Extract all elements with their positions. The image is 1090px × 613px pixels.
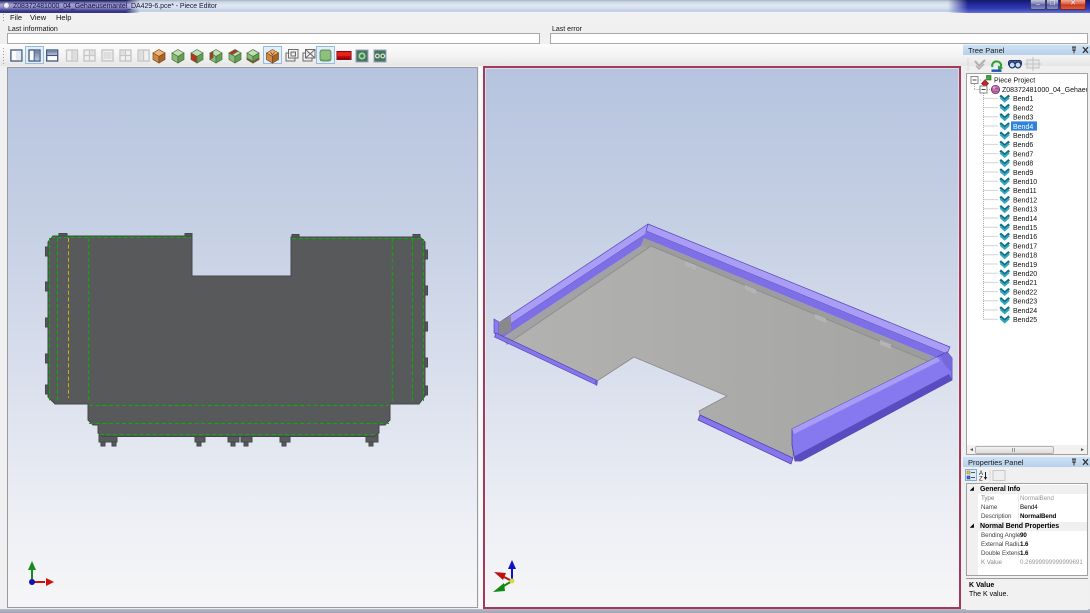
svg-text:Z: Z	[979, 477, 983, 483]
svg-text:Bend16: Bend16	[1013, 234, 1037, 241]
svg-text:Bend3: Bend3	[1013, 115, 1033, 122]
svg-text:Bend24: Bend24	[1013, 308, 1037, 315]
svg-text:Bend12: Bend12	[1013, 197, 1037, 204]
svg-text:Bend21: Bend21	[1013, 280, 1037, 287]
svg-text:Bend23: Bend23	[1013, 299, 1037, 306]
svg-text:Bend13: Bend13	[1013, 207, 1037, 214]
svg-text:Bend6: Bend6	[1013, 142, 1033, 149]
svg-text:Z08372481000_04_Gehaeusema: Z08372481000_04_Gehaeusema	[1002, 87, 1088, 94]
svg-text:Bend22: Bend22	[1013, 289, 1037, 296]
svg-text:Piece Project: Piece Project	[994, 78, 1035, 85]
svg-text:Bend25: Bend25	[1013, 317, 1037, 324]
svg-text:Bend1: Bend1	[1013, 96, 1033, 103]
svg-text:Bend10: Bend10	[1013, 179, 1037, 186]
svg-text:Bend4: Bend4	[1013, 124, 1033, 131]
svg-text:Bend17: Bend17	[1013, 243, 1037, 250]
svg-text:Bend18: Bend18	[1013, 253, 1037, 260]
svg-text:Bend15: Bend15	[1013, 225, 1037, 232]
svg-text:Bend14: Bend14	[1013, 216, 1037, 223]
svg-text:Bend19: Bend19	[1013, 262, 1037, 269]
svg-text:Bend7: Bend7	[1013, 151, 1033, 158]
svg-text:Bend8: Bend8	[1013, 161, 1033, 168]
svg-text:Bend20: Bend20	[1013, 271, 1037, 278]
svg-text:Bend9: Bend9	[1013, 170, 1033, 177]
svg-text:Bend5: Bend5	[1013, 133, 1033, 140]
svg-text:Bend2: Bend2	[1013, 105, 1033, 112]
svg-text:Bend11: Bend11	[1013, 188, 1037, 195]
